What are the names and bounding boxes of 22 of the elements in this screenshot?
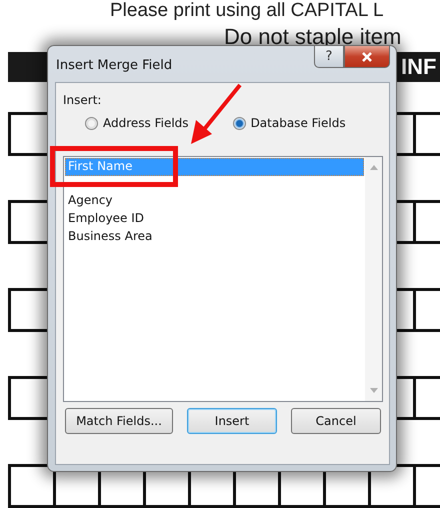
scrollbar[interactable] bbox=[365, 157, 382, 401]
radio-icon[interactable] bbox=[85, 116, 98, 130]
close-button[interactable] bbox=[344, 46, 390, 68]
radio-icon[interactable] bbox=[232, 116, 246, 130]
radio-option[interactable]: Database Fields bbox=[232, 114, 346, 132]
fields-list[interactable]: First Name Agency Employee ID Business Area bbox=[63, 156, 383, 402]
list-item[interactable]: Agency bbox=[65, 192, 364, 210]
annotation-arrow bbox=[188, 82, 244, 146]
window-title: Insert Merge Field bbox=[56, 58, 174, 73]
radio-option[interactable]: Address Fields bbox=[85, 114, 189, 132]
header-text: INF bbox=[401, 54, 438, 80]
dialog-button[interactable]: Insert bbox=[187, 408, 277, 434]
list-item[interactable]: Employee ID bbox=[65, 210, 364, 228]
dialog-button[interactable]: Match Fields... bbox=[65, 408, 173, 434]
scroll-up-icon bbox=[370, 165, 378, 170]
document-text: Please print using all CAPITAL L bbox=[109, 0, 385, 22]
dialog-button[interactable]: Cancel bbox=[291, 408, 381, 434]
help-button[interactable]: ? bbox=[314, 46, 344, 68]
close-icon bbox=[361, 52, 373, 62]
insert-label: Insert: bbox=[63, 93, 102, 107]
scroll-down-icon bbox=[370, 388, 378, 393]
list-item[interactable]: Business Area bbox=[65, 228, 364, 246]
